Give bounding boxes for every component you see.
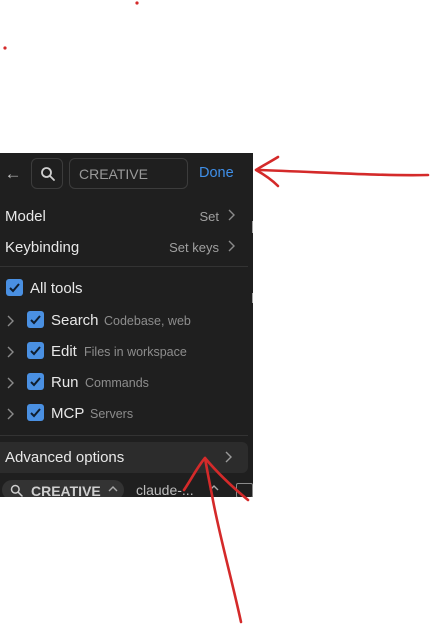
chevron-right-icon[interactable] [6, 377, 14, 389]
tool-description: Servers [90, 407, 134, 421]
mode-settings-panel: ← Done Model Set Keybinding Set keys All… [0, 153, 253, 497]
tool-name: Search [51, 312, 99, 329]
search-tool-checkbox[interactable] [27, 311, 44, 328]
chevron-right-icon[interactable] [6, 408, 14, 420]
model-row[interactable]: Model Set [0, 202, 253, 230]
mode-name-input[interactable] [69, 158, 188, 189]
all-tools-label: All tools [30, 280, 83, 297]
divider [0, 435, 248, 436]
run-tool-checkbox[interactable] [27, 373, 44, 390]
image-attach-icon[interactable] [236, 483, 253, 497]
model-label: Model [5, 208, 46, 225]
chevron-right-icon [228, 240, 235, 252]
model-selector-label[interactable]: claude-... [136, 482, 194, 497]
chevron-right-icon [225, 451, 232, 463]
keybinding-value: Set keys [169, 240, 219, 255]
chevron-right-icon[interactable] [6, 346, 14, 358]
tool-description: Codebase, web [104, 314, 191, 328]
chevron-up-icon [108, 486, 118, 492]
composer-toolbar: CREATIVE claude-... [0, 478, 253, 497]
chevron-right-icon [228, 209, 235, 221]
search-icon [10, 484, 23, 497]
all-tools-checkbox[interactable] [6, 279, 23, 296]
checkmark-icon [30, 408, 41, 418]
tool-description: Commands [85, 376, 149, 390]
arrow-left-icon[interactable]: ← [4, 165, 22, 183]
done-button[interactable]: Done [199, 165, 234, 181]
search-button[interactable] [31, 158, 63, 189]
checkmark-icon [30, 377, 41, 387]
chevron-up-icon[interactable] [209, 484, 219, 491]
advanced-options-label: Advanced options [5, 449, 125, 466]
tool-name: Edit [51, 343, 77, 360]
search-icon [41, 167, 55, 181]
model-value: Set [199, 209, 219, 224]
tool-name: MCP [51, 405, 85, 422]
checkmark-icon [30, 315, 41, 325]
mode-selector[interactable]: CREATIVE [2, 480, 124, 497]
panel-header: ← Done [0, 153, 253, 195]
advanced-options-button[interactable]: Advanced options [0, 442, 248, 473]
mcp-tool-checkbox[interactable] [27, 404, 44, 421]
tool-name: Run [51, 374, 79, 391]
divider [0, 266, 248, 267]
keybinding-row[interactable]: Keybinding Set keys [0, 233, 253, 261]
adjacent-pane-edge [252, 221, 253, 233]
edit-tool-checkbox[interactable] [27, 342, 44, 359]
mode-name: CREATIVE [31, 483, 101, 497]
adjacent-pane-edge [252, 293, 253, 303]
tool-description: Files in workspace [84, 345, 187, 359]
chevron-right-icon[interactable] [6, 315, 14, 327]
checkmark-icon [30, 346, 41, 356]
keybinding-label: Keybinding [5, 239, 80, 256]
checkmark-icon [9, 283, 20, 293]
